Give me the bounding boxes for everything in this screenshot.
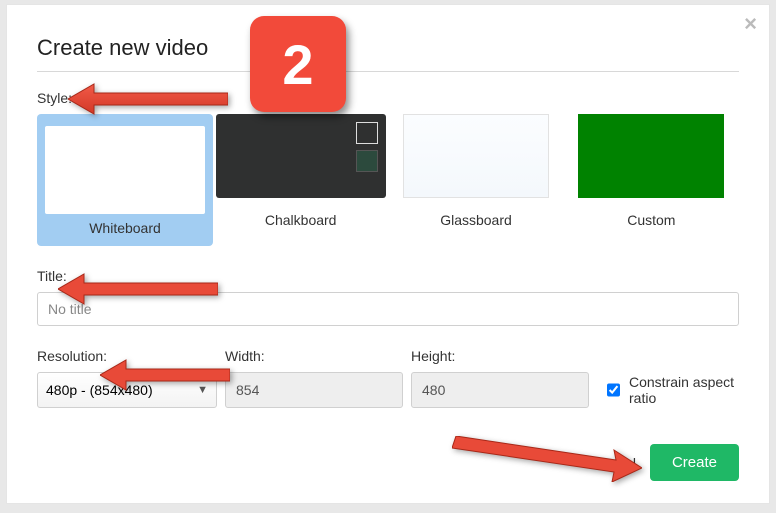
style-option-custom[interactable]: Custom — [564, 114, 739, 246]
annotation-arrow-icon — [100, 358, 230, 392]
annotation-step-badge: 2 — [250, 16, 346, 112]
height-label: Height: — [411, 348, 589, 364]
annotation-arrow-icon — [68, 82, 228, 116]
style-option-chalkboard[interactable]: Chalkboard — [213, 114, 388, 246]
custom-preview — [578, 114, 724, 198]
create-video-dialog: × Create new video Style: Whiteboard Cha… — [6, 4, 770, 504]
style-option-label: Whiteboard — [45, 220, 205, 242]
divider — [37, 71, 739, 72]
width-input[interactable] — [225, 372, 403, 408]
constrain-aspect-wrap[interactable]: Constrain aspect ratio — [603, 372, 739, 408]
constrain-aspect-checkbox[interactable] — [607, 383, 620, 397]
close-icon[interactable]: × — [744, 13, 757, 35]
style-option-glassboard[interactable]: Glassboard — [388, 114, 563, 246]
chalkboard-preview — [216, 114, 386, 198]
glassboard-preview — [403, 114, 549, 198]
style-option-label: Custom — [627, 212, 675, 234]
annotation-arrow-icon — [58, 272, 218, 306]
annotation-arrow-icon — [452, 436, 642, 482]
constrain-aspect-label: Constrain aspect ratio — [629, 374, 739, 406]
dialog-title: Create new video — [37, 35, 739, 61]
style-option-label: Glassboard — [440, 212, 512, 234]
height-input[interactable] — [411, 372, 589, 408]
create-button[interactable]: Create — [650, 444, 739, 481]
style-option-label: Chalkboard — [265, 212, 337, 234]
style-options: Whiteboard Chalkboard Glassboard Custom — [37, 114, 739, 246]
color-swatch — [356, 122, 378, 144]
width-label: Width: — [225, 348, 403, 364]
style-option-whiteboard[interactable]: Whiteboard — [37, 114, 213, 246]
color-swatch — [356, 150, 378, 172]
